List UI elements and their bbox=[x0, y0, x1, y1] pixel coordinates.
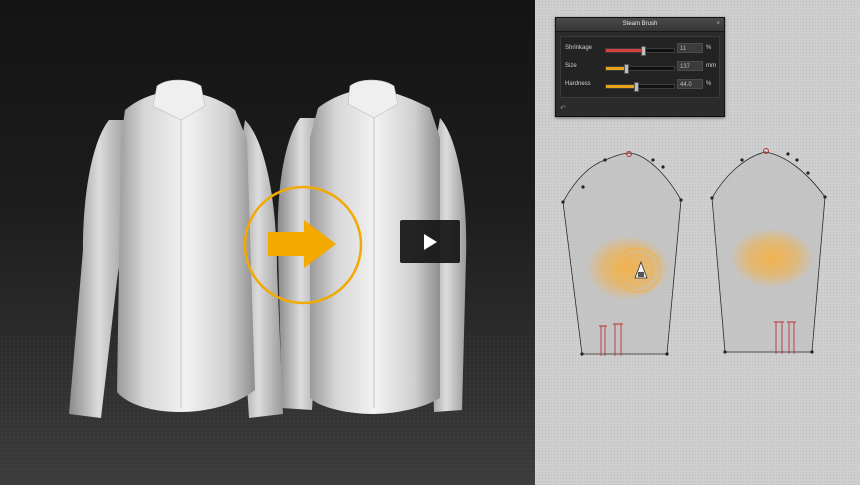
size-slider[interactable] bbox=[605, 64, 675, 74]
2d-pattern-window[interactable]: Steam Brush × Shrinkage 11 % Size 137 mm… bbox=[535, 0, 860, 485]
slider-fill bbox=[606, 67, 627, 70]
slider-handle[interactable] bbox=[624, 64, 630, 74]
hardness-slider[interactable] bbox=[605, 82, 675, 92]
back-icon[interactable]: ↶ bbox=[560, 104, 566, 112]
slider-label: Size bbox=[565, 63, 577, 69]
shrinkage-slider[interactable] bbox=[605, 46, 675, 56]
shirt-before bbox=[69, 79, 283, 418]
slider-label: Shrinkage bbox=[565, 45, 593, 51]
slider-label: Hardness bbox=[565, 81, 591, 87]
slider-fill bbox=[606, 49, 644, 52]
slider-row-hardness: Hardness 44.0 % bbox=[565, 79, 715, 92]
panel-body: Shrinkage 11 % Size 137 mm Hardness 44.0… bbox=[560, 36, 720, 98]
slider-unit: % bbox=[706, 45, 712, 51]
hardness-value-field[interactable]: 44.0 bbox=[677, 79, 703, 89]
slider-handle[interactable] bbox=[641, 46, 647, 56]
shrinkage-value-field[interactable]: 11 bbox=[677, 43, 703, 53]
play-icon bbox=[424, 234, 437, 250]
slider-handle[interactable] bbox=[633, 82, 639, 92]
slider-unit: % bbox=[706, 81, 712, 87]
sleeve-pattern-left bbox=[561, 151, 683, 356]
close-icon[interactable]: × bbox=[716, 18, 720, 31]
size-value-field[interactable]: 137 bbox=[677, 61, 703, 71]
play-button[interactable] bbox=[400, 220, 460, 263]
panel-title: Steam Brush bbox=[622, 21, 658, 27]
slider-unit: mm bbox=[706, 63, 716, 69]
slider-row-shrinkage: Shrinkage 11 % bbox=[565, 43, 715, 56]
panel-titlebar[interactable]: Steam Brush × bbox=[556, 18, 724, 32]
slider-fill bbox=[606, 85, 636, 88]
slider-row-size: Size 137 mm bbox=[565, 61, 716, 74]
steam-brush-panel: Steam Brush × Shrinkage 11 % Size 137 mm… bbox=[555, 17, 725, 117]
sleeve-pattern-right bbox=[710, 148, 827, 354]
